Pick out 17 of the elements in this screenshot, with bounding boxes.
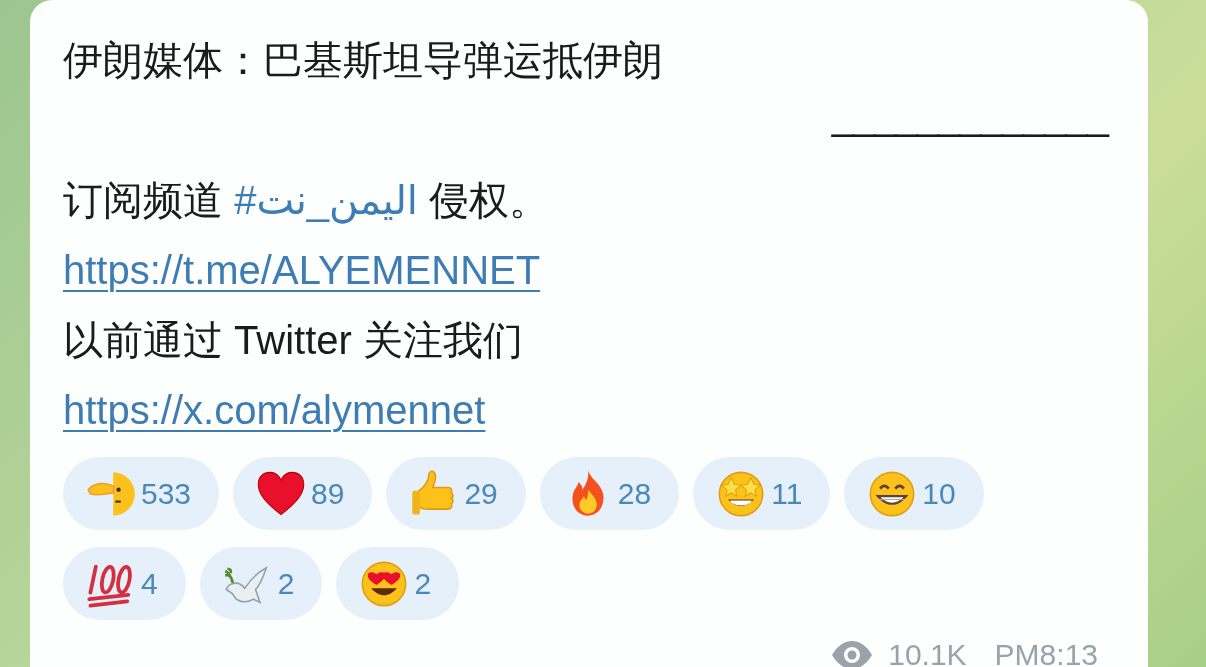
reaction-button[interactable]: 533 — [63, 457, 220, 530]
message-text: 以前通过 Twitter 关注我们 — [63, 317, 525, 364]
message-text: 伊朗媒体：巴基斯坦导弹运抵伊朗 — [63, 37, 664, 84]
view-count: 10.1K — [888, 638, 967, 667]
reaction-button[interactable]: 2 — [336, 547, 460, 620]
reaction-button[interactable]: 29 — [386, 457, 526, 530]
url-link[interactable]: https://t.me/ALYEMENNET — [63, 235, 541, 305]
reaction-button[interactable]: 10 — [844, 457, 984, 530]
reaction-button[interactable]: 11 — [693, 457, 831, 530]
separator-line: _____________ — [830, 95, 1108, 139]
reaction-button[interactable]: 2 — [199, 547, 323, 620]
hashtag-link[interactable]: #اليمن_نت — [234, 178, 418, 222]
reaction-button[interactable]: 28 — [539, 457, 680, 530]
url-link[interactable]: https://x.com/alymennet — [63, 375, 486, 445]
message-time: PM8:13 — [994, 638, 1098, 667]
reaction-button[interactable]: 4 — [63, 547, 186, 620]
reaction-button[interactable]: 89 — [233, 457, 373, 530]
